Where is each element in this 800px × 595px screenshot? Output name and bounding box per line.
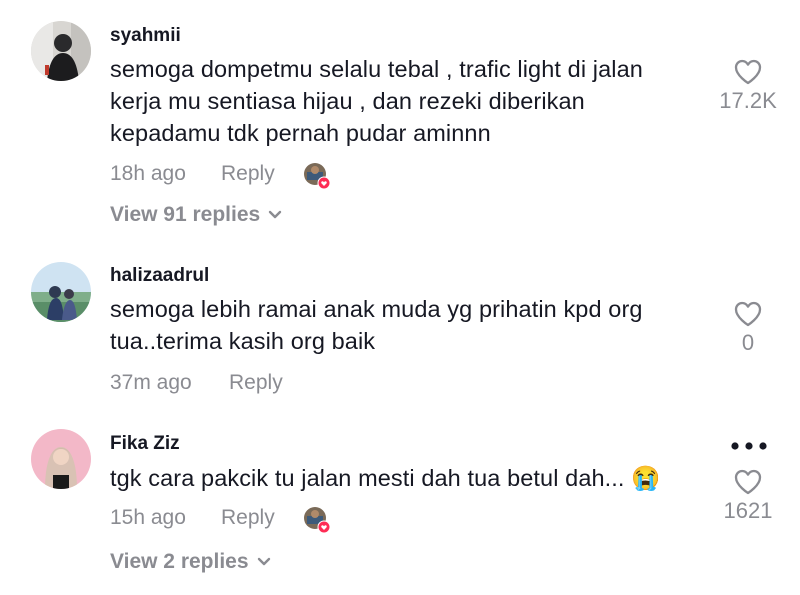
creator-liked-badge-icon [303, 162, 331, 190]
avatar[interactable] [31, 429, 91, 489]
heart-outline-icon[interactable] [733, 468, 763, 496]
like-control: 0 [708, 300, 788, 356]
view-replies-label: View 91 replies [110, 203, 261, 226]
more-horizontal-icon[interactable] [730, 440, 768, 452]
comment-text-line: tgk cara pakcik tu jalan mesti dah tua b… [110, 465, 661, 491]
reply-button[interactable]: Reply [221, 162, 275, 186]
comment-username[interactable]: halizaadrul [110, 265, 209, 287]
comment-text-line: semoga lebih ramai anak muda yg prihatin… [110, 296, 643, 322]
comment-text: semoga dompetmu selalu tebal , trafic li… [110, 53, 710, 149]
view-replies-label: View 2 replies [110, 550, 249, 573]
chevron-down-icon [257, 558, 270, 566]
heart-outline-icon[interactable] [733, 58, 763, 86]
chevron-down-icon [269, 211, 282, 219]
heart-outline-icon[interactable] [733, 300, 763, 328]
view-replies-button[interactable]: View 2 replies [110, 550, 271, 574]
like-count: 17.2K [719, 88, 777, 113]
reply-button[interactable]: Reply [229, 371, 283, 395]
avatar[interactable] [31, 21, 91, 81]
comment-text: semoga lebih ramai anak muda yg prihatin… [110, 293, 710, 357]
comment-text-line: kerja mu sentiasa hijau , dan rezeki dib… [110, 88, 585, 114]
reply-button[interactable]: Reply [221, 506, 275, 530]
comment-text-line: semoga dompetmu selalu tebal , trafic li… [110, 56, 643, 82]
like-control: 17.2K [708, 58, 788, 114]
comment-timestamp: 37m ago [110, 371, 192, 394]
avatar[interactable] [31, 262, 91, 322]
comment-timestamp: 18h ago [110, 162, 186, 185]
view-replies-button[interactable]: View 91 replies [110, 203, 282, 227]
like-count: 1621 [723, 498, 773, 523]
comment-username[interactable]: syahmii [110, 25, 181, 47]
comment-timestamp: 15h ago [110, 506, 186, 529]
like-count: 0 [741, 330, 755, 355]
like-control: 1621 [708, 468, 788, 524]
creator-liked-badge-icon [303, 506, 331, 534]
comment-text: tgk cara pakcik tu jalan mesti dah tua b… [110, 462, 710, 494]
comment-username[interactable]: Fika Ziz [110, 433, 180, 455]
comment-text-line: tua..terima kasih org baik [110, 328, 376, 354]
comment-text-line: kepadamu tdk pernah pudar aminnn [110, 120, 491, 146]
